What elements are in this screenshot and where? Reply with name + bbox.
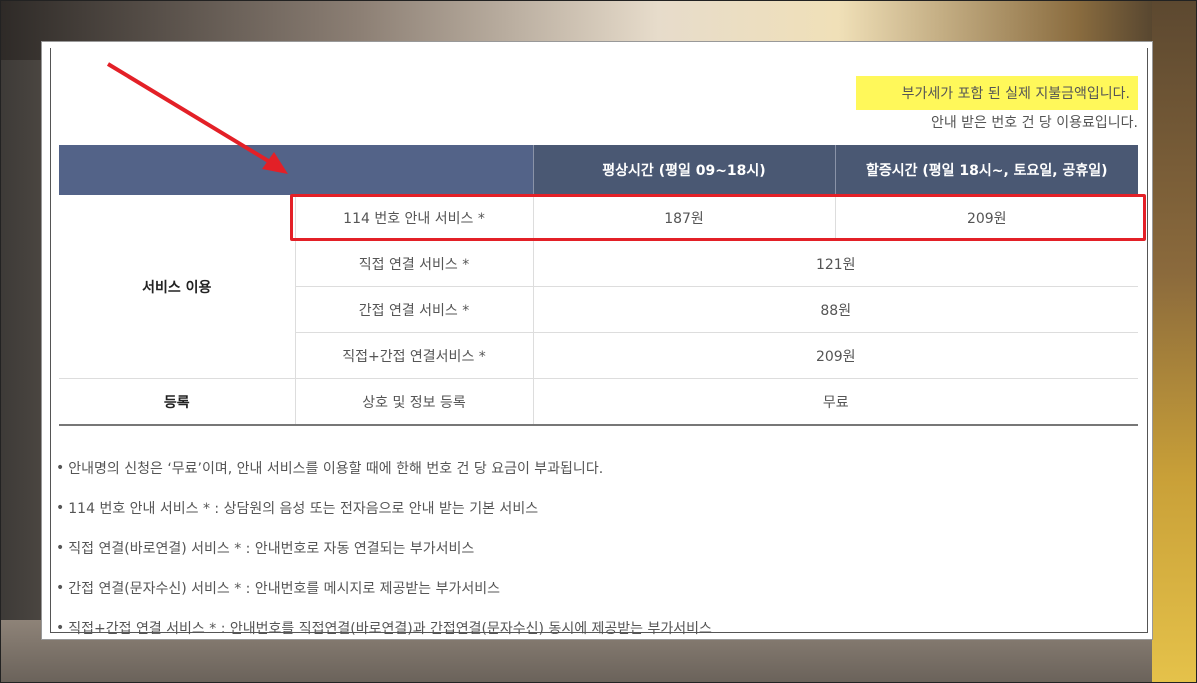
table-row: 서비스 이용 114 번호 안내 서비스 * 187원 209원 <box>59 195 1138 379</box>
service-name: 직접+간접 연결서비스 * <box>294 332 533 379</box>
group-service: 서비스 이용 <box>59 195 295 379</box>
service-name: 114 번호 안내 서비스 * <box>294 195 533 241</box>
note-item: • 직접+간접 연결 서비스 * : 안내번호를 직접연결(바로연결)과 간접연결… <box>56 620 712 637</box>
note-item: • 직접 연결(바로연결) 서비스 * : 안내번호로 자동 연결되는 부가서비스 <box>56 540 475 557</box>
pricing-panel: 부가세가 포함 된 실제 지불금액입니다. 안내 받은 번호 건 당 이용료입니… <box>42 42 1152 639</box>
service-name: 직접 연결 서비스 * <box>294 240 533 287</box>
table-row: 등록 상호 및 정보 등록 무료 <box>59 378 1138 426</box>
background-taxi <box>1152 0 1197 683</box>
unit-note: 안내 받은 번호 건 당 이용료입니다. <box>930 115 1138 131</box>
price: 121원 <box>532 240 1138 287</box>
group-register: 등록 <box>59 378 295 426</box>
header-normal-time: 평상시간 (평일 09~18시) <box>532 145 835 195</box>
note-item: • 간접 연결(문자수신) 서비스 * : 안내번호를 메시지로 제공받는 부가서… <box>56 580 501 597</box>
service-name: 상호 및 정보 등록 <box>294 378 533 426</box>
price: 88원 <box>532 286 1138 333</box>
header-surcharge-time: 할증시간 (평일 18시~, 토요일, 공휴일) <box>834 145 1138 195</box>
notes-list: • 안내명의 신청은 ‘무료’이며, 안내 서비스를 이용할 때에 한해 번호 건… <box>56 448 712 648</box>
red-arrow-icon <box>106 62 288 174</box>
price: 무료 <box>532 378 1138 426</box>
price: 209원 <box>532 332 1138 379</box>
price-surcharge: 209원 <box>834 195 1138 241</box>
vat-notice: 부가세가 포함 된 실제 지불금액입니다. <box>856 76 1138 110</box>
note-item: • 안내명의 신청은 ‘무료’이며, 안내 서비스를 이용할 때에 한해 번호 건… <box>56 460 604 477</box>
service-name: 간접 연결 서비스 * <box>294 286 533 333</box>
pricing-table: 평상시간 (평일 09~18시) 할증시간 (평일 18시~, 토요일, 공휴일… <box>59 145 1138 426</box>
note-item: • 114 번호 안내 서비스 * : 상담원의 음성 또는 전자음으로 안내 받… <box>56 500 539 517</box>
price-normal: 187원 <box>532 195 835 241</box>
